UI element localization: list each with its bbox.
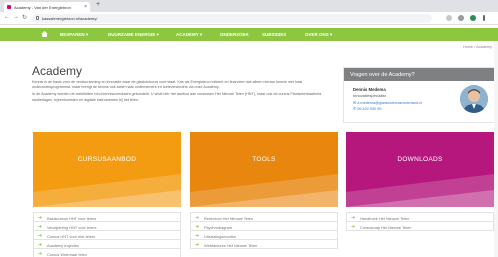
list-item-label: Handboek Het Nieuwe Telen xyxy=(360,215,410,221)
intro-paragraph: Kennis is de basis voor de verduurzaming… xyxy=(32,80,303,90)
list-item-label: Rekentool Het Nieuwe Telen xyxy=(204,215,254,221)
intro-paragraph: In de Academy worden de activiteiten ron… xyxy=(32,92,323,102)
site-nav: BESPAREN ▾ DUURZAME ENERGIE ▾ ACADEMY ▾ … xyxy=(0,28,498,41)
contact-role: Innovatiespecialist xyxy=(353,93,386,98)
close-tab-icon[interactable]: × xyxy=(84,4,87,10)
arrow-right-icon: ➜ xyxy=(38,250,43,257)
nav-item-over-ons[interactable]: OVER ONS ▾ xyxy=(305,32,332,38)
contact-email-text: d.medema@glastuinbouwnederland.nl xyxy=(357,101,423,105)
nav-item-besparen[interactable]: BESPAREN ▾ xyxy=(60,32,88,38)
link-list-downloads: ➜ Handboek Het Nieuwe Telen ➜ Cursusmap He… xyxy=(346,212,494,231)
arrow-right-icon: ➜ xyxy=(195,241,200,248)
contact-box: Vragen over de Academy? Dennis Medema In… xyxy=(343,67,498,123)
nav-item-onderzoek[interactable]: ONDERZOEK xyxy=(220,32,249,37)
list-item-label: Academy trajecten xyxy=(47,242,80,248)
extension-icon[interactable] xyxy=(470,15,476,21)
browser-window: Academy - Van der Energiebron × + ← → ↻ … xyxy=(0,0,498,257)
list-item-label: Cursus HNT voor niet-telers xyxy=(47,233,96,239)
forward-icon[interactable]: → xyxy=(13,14,19,20)
arrow-right-icon: ➜ xyxy=(195,214,200,221)
contact-email[interactable]: ✉ d.medema@glastuinbouwnederland.nl xyxy=(353,100,422,105)
link-list-tools: ➜ Rekentool Het Nieuwe Telen ➜ Psychrodiag… xyxy=(190,212,338,249)
arrow-right-icon: ➜ xyxy=(38,241,43,248)
url-field[interactable]: kassalenergiebron.nl/academy/ xyxy=(32,14,432,23)
arrow-right-icon: ➜ xyxy=(351,214,356,221)
arrow-right-icon: ➜ xyxy=(195,223,200,230)
banner-background xyxy=(346,132,494,207)
banner-title: DOWNLOADS xyxy=(397,156,443,163)
back-icon[interactable]: ← xyxy=(4,14,10,20)
arrow-right-icon: ➜ xyxy=(38,214,43,221)
banner-background xyxy=(190,132,338,207)
list-item-label: Basiscursus HNT voor telers xyxy=(47,215,97,221)
banner-downloads[interactable]: DOWNLOADS xyxy=(346,132,494,207)
new-tab-icon[interactable]: + xyxy=(96,1,100,8)
banner-title: TOOLS xyxy=(252,156,276,163)
lock-icon xyxy=(36,16,39,20)
list-item[interactable]: ➜ Cursusmap Het Nieuwe Telen xyxy=(346,221,494,231)
url-text: kassalenergiebron.nl/academy/ xyxy=(42,16,98,21)
list-item-label: Psychrodiagram xyxy=(204,224,233,230)
breadcrumb[interactable]: Home › Academy xyxy=(463,45,492,49)
tab-title: Academy - Van der Energiebron xyxy=(14,5,71,10)
intro-text: Kennis is de basis voor de verduurzaming… xyxy=(32,80,332,105)
arrow-right-icon: ➜ xyxy=(195,232,200,239)
list-item-label: Cursusmap Het Nieuwe Telen xyxy=(360,224,412,230)
extension-icon[interactable] xyxy=(446,15,452,21)
arrow-right-icon: ➜ xyxy=(38,232,43,239)
browser-tab[interactable]: Academy - Van der Energiebron × xyxy=(4,2,90,12)
link-list-cursusaanbod: ➜ Basiscursus HNT voor telers ➜ Verwijderi… xyxy=(33,212,181,257)
list-item-label: Uitstralingsmonitor xyxy=(204,233,237,239)
contact-name: Dennis Medema xyxy=(353,87,386,92)
home-icon[interactable] xyxy=(41,31,48,37)
page-title: Academy xyxy=(32,64,83,78)
nav-item-academy[interactable]: ACADEMY ▾ xyxy=(176,32,202,38)
scrollbar[interactable] xyxy=(494,41,498,257)
list-item-label: Verwijdering HNT voor telers xyxy=(47,224,97,230)
tab-bar: Academy - Van der Energiebron × + xyxy=(0,0,498,12)
list-item-label: Webfactures Het Nieuwe Telen xyxy=(204,242,258,248)
nav-item-subsidies[interactable]: SUBSIDIES xyxy=(262,32,286,37)
banner-title: CURSUSAANBOD xyxy=(77,156,137,163)
nav-item-duurzame-energie[interactable]: DUURZAME ENERGIE ▾ xyxy=(108,32,159,38)
banner-background xyxy=(33,132,181,207)
reload-icon[interactable]: ↻ xyxy=(22,14,27,21)
extension-icon[interactable] xyxy=(458,15,464,21)
address-bar: ← → ↻ kassalenergiebron.nl/academy/ xyxy=(0,12,498,25)
list-item-label: Cursus Weerbaar telen xyxy=(47,251,87,257)
arrow-right-icon: ➜ xyxy=(351,223,356,230)
arrow-right-icon: ➜ xyxy=(38,223,43,230)
avatar xyxy=(460,85,488,113)
menu-icon[interactable] xyxy=(483,15,485,21)
banner-tools[interactable]: TOOLS xyxy=(190,132,338,207)
contact-heading: Vragen over de Academy? xyxy=(344,68,497,81)
contact-phone-text: 06 422 530 55 xyxy=(357,107,382,111)
contact-phone[interactable]: ✆ 06 422 530 55 xyxy=(353,106,382,111)
list-item[interactable]: ➜ Webfactures Het Nieuwe Telen xyxy=(190,239,338,249)
favicon-icon xyxy=(7,5,11,9)
banner-cursusaanbod[interactable]: CURSUSAANBOD xyxy=(33,132,181,207)
list-item[interactable]: ➜ Cursus Weerbaar telen xyxy=(33,248,181,257)
